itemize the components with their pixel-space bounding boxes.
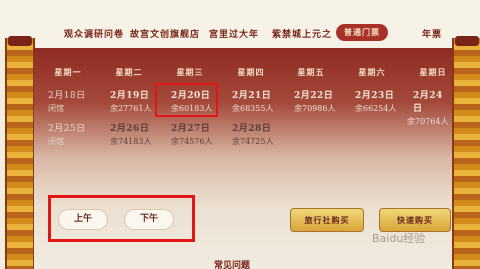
agency-purchase-button[interactable]: 旅行社购买: [290, 208, 364, 232]
availability-label: 余74183人: [110, 137, 152, 146]
faq-heading: 常见问题: [214, 261, 251, 269]
morning-session-button[interactable]: 上午: [58, 209, 108, 230]
nav-item-lantern[interactable]: 紫禁城上元之: [272, 27, 332, 40]
weekday-sat: 星期六: [358, 67, 386, 77]
date-cell: 2月18日 闭馆: [48, 88, 102, 114]
nav-item-survey[interactable]: 观众调研问卷: [64, 27, 124, 40]
individual-purchase-button[interactable]: 快速购买: [379, 208, 451, 232]
date-cell[interactable]: 2月21日 余68355人: [232, 88, 286, 114]
date-label: 2月26日: [110, 124, 150, 134]
watermark-logo: Baidu经验: [372, 232, 426, 245]
availability-label: 余74725人: [232, 137, 274, 146]
availability-label: 闭馆: [48, 137, 64, 146]
scroll-cap-right: [455, 36, 479, 46]
top-nav: 观众调研问卷 故宫文创旗舰店 宫里过大年 紫禁城上元之 普通门票 年票: [0, 0, 480, 48]
weekday-mon: 星期一: [54, 67, 82, 77]
nav-item-ticket[interactable]: 普通门票: [336, 24, 388, 41]
date-label: 2月24日: [413, 91, 443, 114]
date-cell: 2月25日 闭馆: [48, 121, 102, 147]
availability-label: 余74576人: [171, 137, 213, 146]
weekday-tue: 星期二: [115, 67, 143, 77]
availability-label: 余70764人: [407, 117, 449, 126]
date-label: 2月22日: [294, 91, 334, 101]
weekday-thu: 星期四: [237, 67, 265, 77]
nav-item-annual-pass[interactable]: 年票: [422, 27, 442, 40]
availability-label: 余68355人: [232, 104, 274, 113]
weekday-wed: 星期三: [176, 67, 204, 77]
date-label: 2月27日: [171, 124, 211, 134]
date-label: 2月18日: [48, 91, 86, 101]
availability-label: 余70986人: [294, 104, 336, 113]
date-label: 2月28日: [232, 124, 272, 134]
afternoon-session-button[interactable]: 下午: [124, 209, 174, 230]
date-label: 2月21日: [232, 91, 272, 101]
date-cell[interactable]: 2月26日 余74183人: [110, 121, 164, 147]
date-label: 2月23日: [355, 91, 395, 101]
nav-item-shop[interactable]: 故宫文创旗舰店: [130, 27, 200, 40]
date-cell[interactable]: 2月22日 余70986人: [294, 88, 348, 114]
weekday-sun: 星期日: [419, 67, 447, 77]
selected-date-highlight: [155, 83, 218, 117]
date-cell[interactable]: 2月23日 余66254人: [355, 88, 409, 114]
weekday-fri: 星期五: [297, 67, 325, 77]
scroll-rod-left: [5, 38, 35, 269]
date-cell[interactable]: 2月24日 余70764人: [407, 88, 451, 127]
scroll-cap-left: [8, 36, 32, 46]
nav-item-new-year[interactable]: 宫里过大年: [209, 27, 259, 40]
date-cell[interactable]: 2月27日 余74576人: [171, 121, 225, 147]
availability-label: 余66254人: [355, 104, 397, 113]
date-label: 2月25日: [48, 124, 86, 134]
availability-label: 闭馆: [48, 104, 64, 113]
date-cell[interactable]: 2月28日 余74725人: [232, 121, 286, 147]
